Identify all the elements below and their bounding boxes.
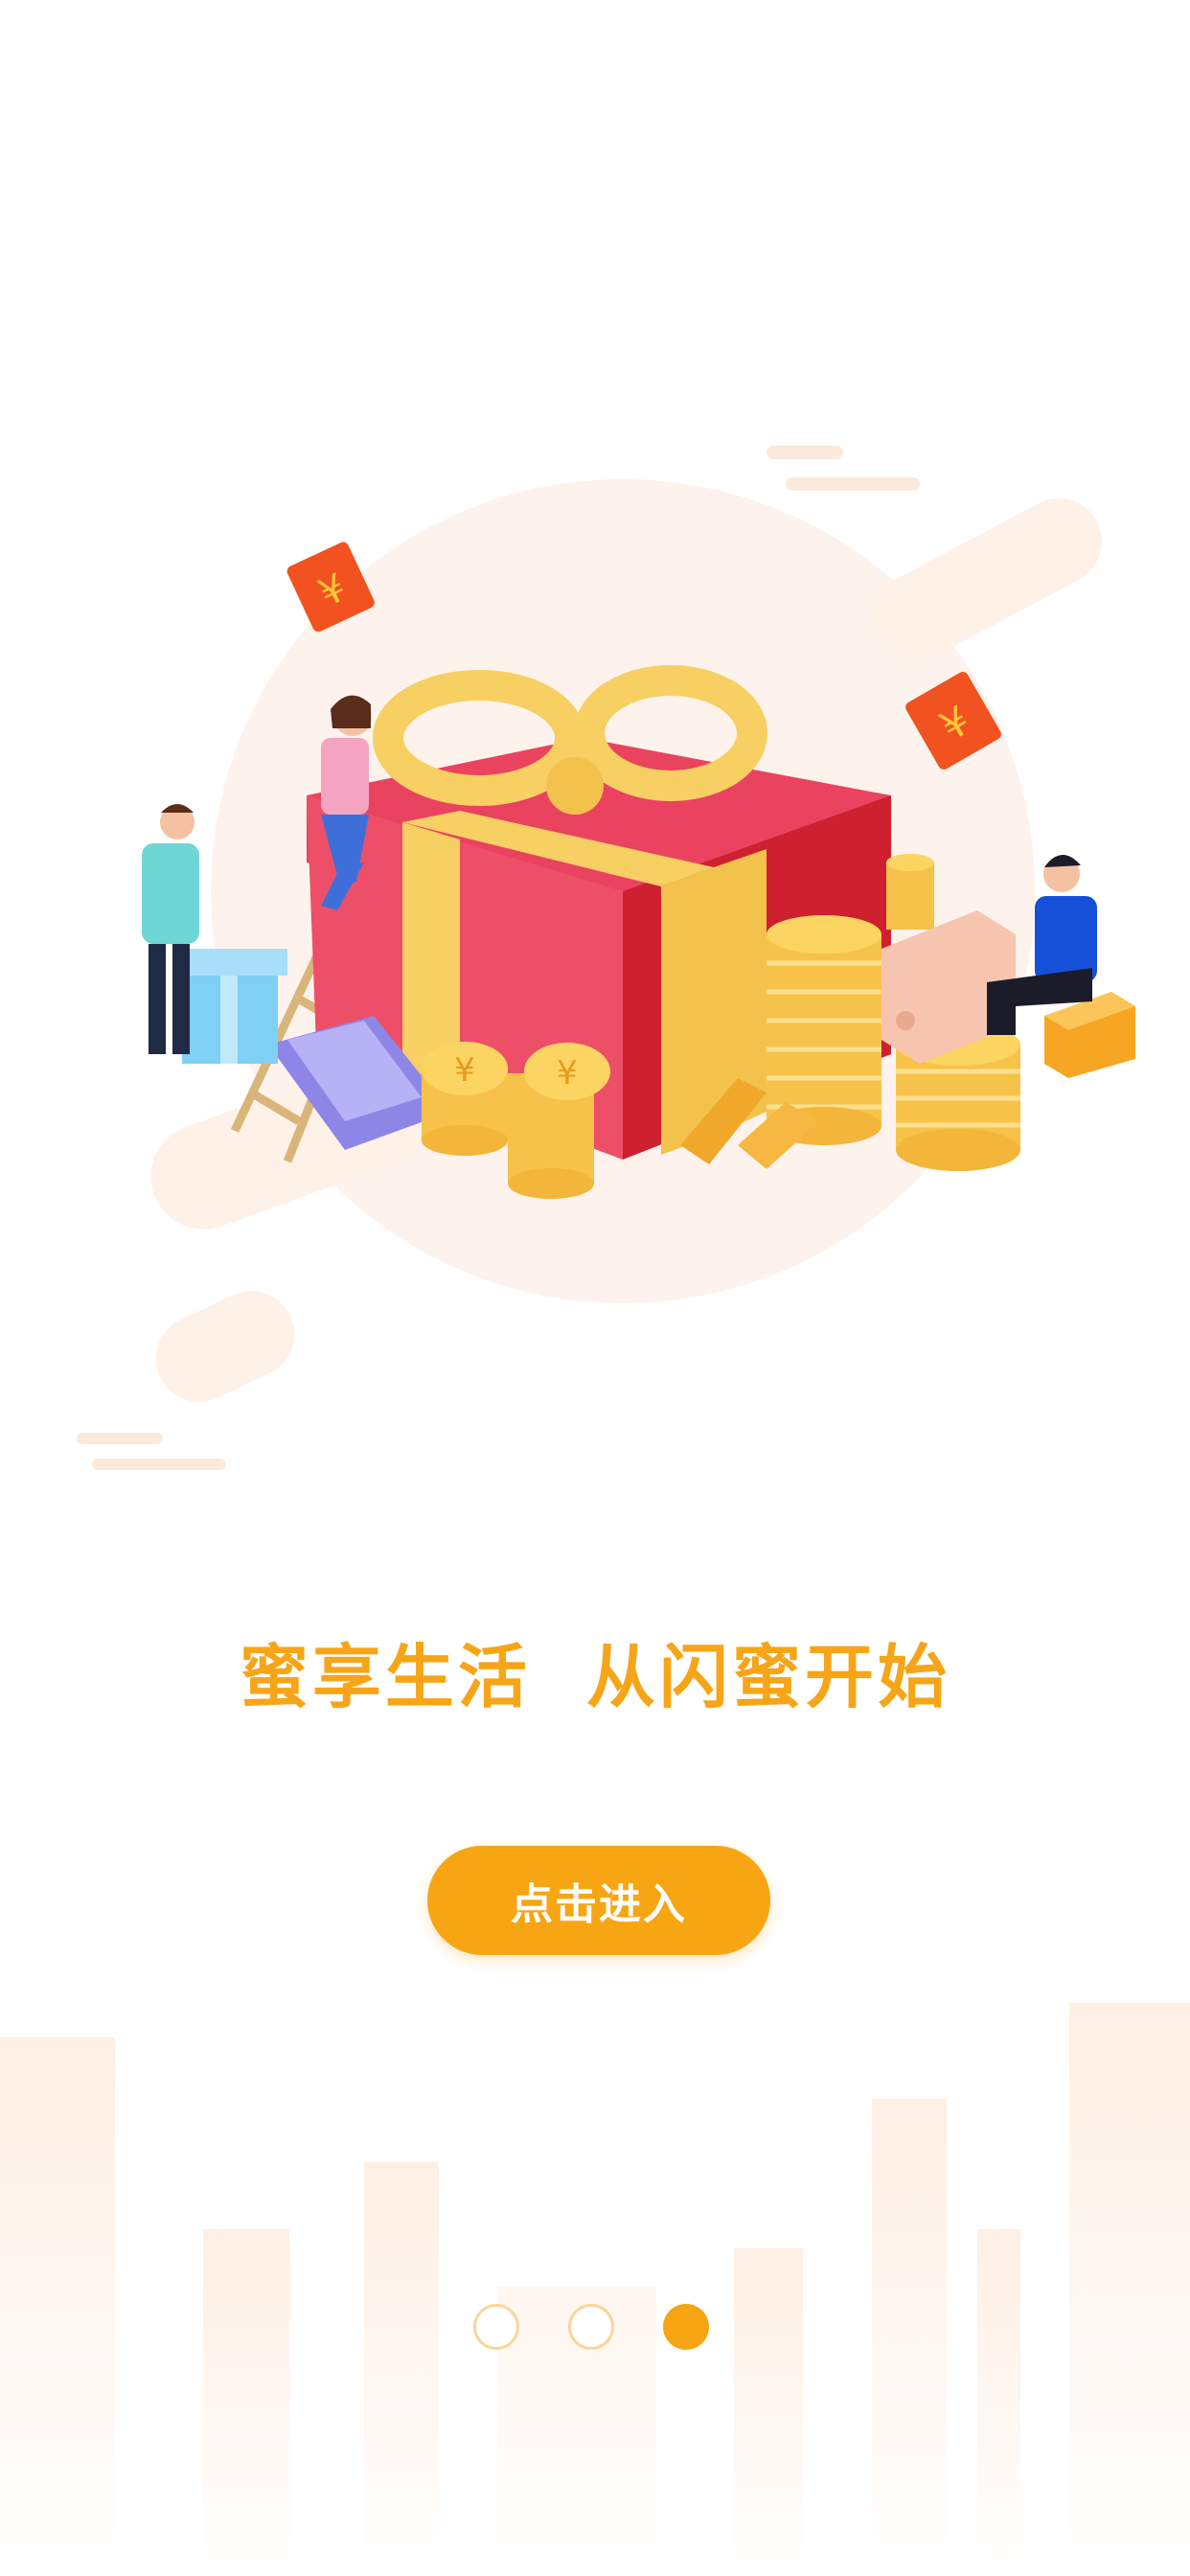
page-indicator-dot-1[interactable]	[473, 2304, 519, 2350]
page-indicator-dot-3-active[interactable]	[663, 2304, 709, 2350]
box-icon	[1044, 992, 1135, 1078]
skyline-building	[1069, 2003, 1190, 2576]
coin-icon: ¥	[422, 1042, 508, 1156]
page-indicator-dot-2[interactable]	[568, 2304, 614, 2350]
coin-stack-icon	[886, 854, 934, 930]
skyline-building	[734, 2248, 803, 2576]
svg-text:¥: ¥	[454, 1051, 475, 1090]
skyline-building	[977, 2229, 1020, 2576]
hero-illustration: ¥ ¥ ¥ ¥	[77, 446, 1135, 1470]
svg-text:¥: ¥	[557, 1054, 578, 1092]
skyline-building	[364, 2162, 439, 2576]
enter-button[interactable]: 点击进入	[427, 1846, 770, 1955]
skyline-building	[872, 2099, 947, 2576]
skyline-building	[0, 2037, 115, 2576]
skyline-building	[203, 2229, 289, 2576]
slogan-text: 蜜享生活 从闪蜜开始	[239, 1637, 951, 1717]
